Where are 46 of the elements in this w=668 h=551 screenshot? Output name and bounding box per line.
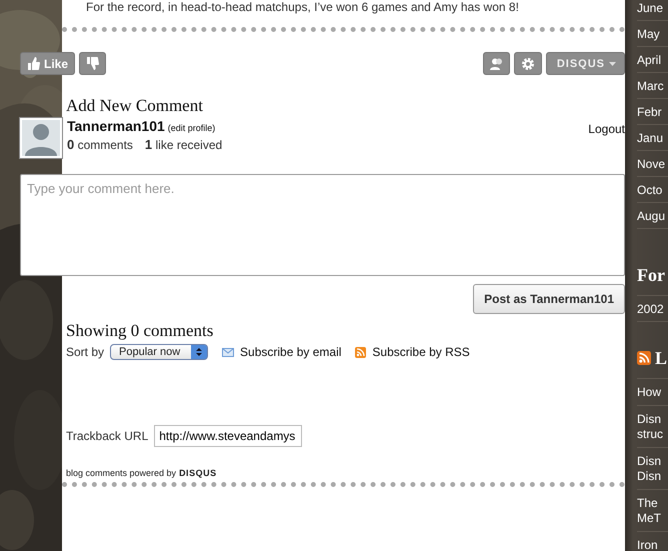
archive-link[interactable]: Augu <box>637 203 668 229</box>
trackback-label: Trackback URL <box>66 429 148 443</box>
archive-link[interactable]: April <box>637 47 668 73</box>
settings-icon <box>520 56 535 70</box>
rss-icon <box>355 346 366 358</box>
thumbs-up-icon <box>27 57 40 70</box>
archive-link[interactable]: Febr <box>637 99 668 125</box>
comments-count: 0 comments <box>67 137 133 152</box>
profile-button[interactable] <box>482 52 510 75</box>
envelope-icon <box>222 348 234 356</box>
sort-dropdown[interactable]: Popular now <box>110 344 208 360</box>
dislike-button[interactable] <box>79 52 106 75</box>
edit-profile-link[interactable]: (edit profile) <box>168 123 216 133</box>
logout-link[interactable]: Logout <box>588 122 625 136</box>
section-heading: Add New Comment <box>66 96 204 116</box>
comments-heading: Showing 0 comments <box>66 321 214 341</box>
subscribe-link[interactable]: Subscribe by RSS <box>355 345 470 359</box>
archive-link[interactable]: Marc <box>637 73 668 99</box>
settings-button[interactable] <box>514 52 542 75</box>
subscribe-link[interactable]: Subscribe by email <box>222 345 342 359</box>
sort-label: Sort by <box>66 345 104 359</box>
trackback-field[interactable]: http://www.steveandamys <box>154 425 302 447</box>
post-button[interactable]: Post as Tannerman101 <box>473 284 625 314</box>
stepper-icon <box>191 345 208 359</box>
archive-link[interactable]: Nove <box>637 151 668 177</box>
post-text: For the record, in head-to-head matchups, I’ve won 6 games and Amy has won 8! <box>86 0 520 16</box>
rss-icon <box>637 351 651 365</box>
archive-link[interactable]: June <box>637 0 668 21</box>
comment-field[interactable]: Type your comment here. <box>20 174 625 276</box>
post-link[interactable]: The MeT <box>637 490 668 532</box>
post-link[interactable]: How <box>637 379 668 406</box>
sidebar-heading: For <box>637 255 668 296</box>
archive-link[interactable]: May <box>637 21 668 47</box>
powered-by-text: blog comments powered by DISQUS <box>66 468 218 478</box>
post-link[interactable]: Disn struc <box>637 406 668 448</box>
post-link[interactable]: Disn Disn <box>637 448 668 490</box>
archive-link[interactable]: Octo <box>637 177 668 203</box>
people-icon <box>490 58 503 70</box>
username: Tannerman101 <box>67 118 165 134</box>
sidebar-link[interactable]: 2002 <box>637 296 668 322</box>
thumbs-down-icon <box>86 57 100 70</box>
likes-count: 1 like received <box>144 137 222 152</box>
archive-link[interactable]: Janu <box>637 125 668 151</box>
caret-icon <box>609 62 616 66</box>
sidebar-heading: L <box>655 347 668 370</box>
post-link[interactable]: Iron <box>637 532 668 551</box>
